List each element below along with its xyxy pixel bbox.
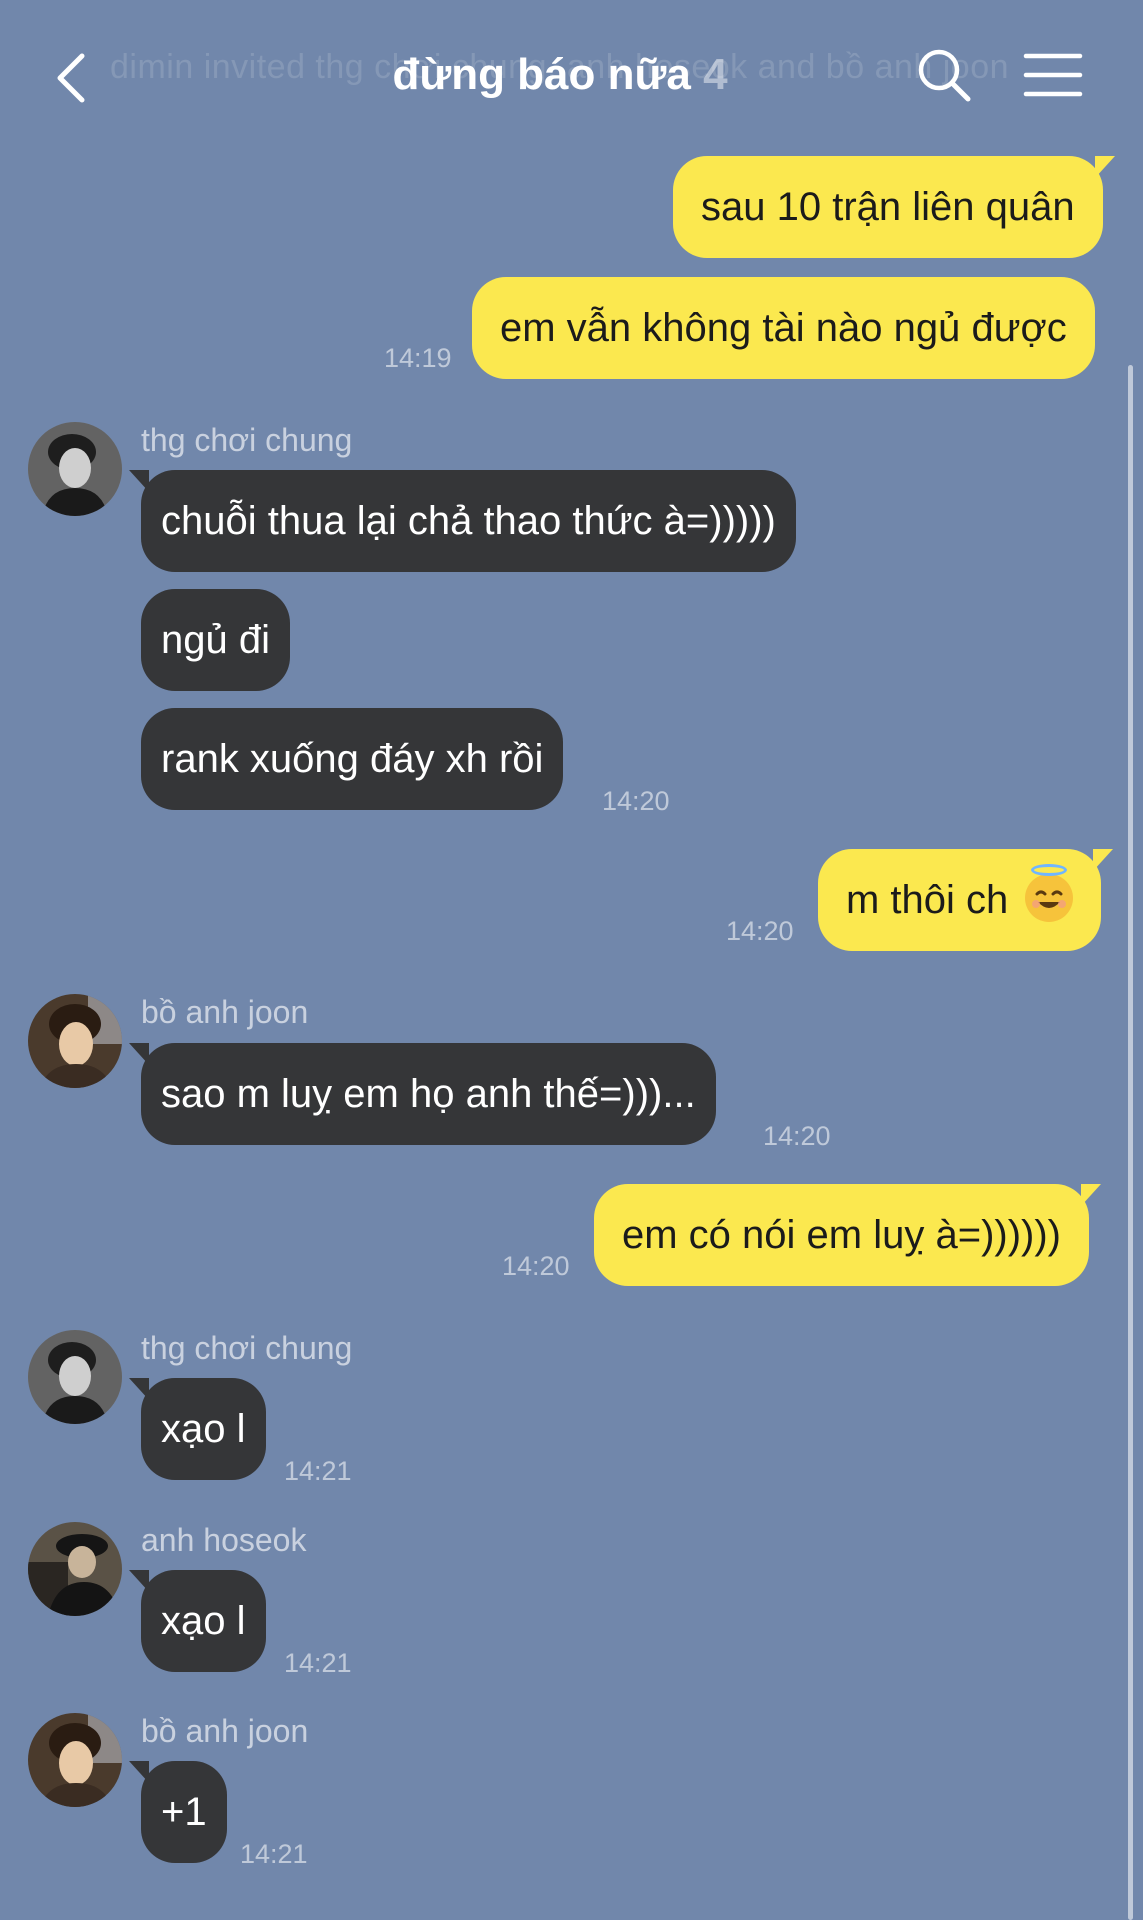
chat-name: đừng báo nữa [392, 50, 691, 99]
other-message-bubble[interactable]: chuỗi thua lại chả thao thức à=))))) [129, 470, 796, 572]
person-photo-icon [28, 1713, 122, 1807]
sender-name: bồ anh joon [141, 994, 309, 1030]
member-count: 4 [703, 50, 728, 99]
avatar-bo-anh-joon[interactable] [28, 1713, 122, 1807]
search-icon [918, 49, 971, 102]
message-timestamp: 14:19 [384, 343, 452, 373]
my-message-bubble[interactable]: em có nói em luỵ à=)))))) [594, 1184, 1101, 1286]
message-timestamp: 14:20 [602, 786, 670, 816]
message-timestamp: 14:21 [284, 1456, 352, 1486]
chevron-left-icon [57, 53, 85, 103]
scrollbar[interactable] [1128, 365, 1133, 1920]
other-message-bubble[interactable]: xạo l [129, 1378, 266, 1480]
avatar-bo-anh-joon[interactable] [28, 994, 122, 1088]
my-message-bubble[interactable]: m thôi ch [818, 849, 1114, 951]
other-message-bubble[interactable]: sao m luỵ em họ anh thế=)))... [129, 1043, 716, 1145]
search-button[interactable] [915, 46, 973, 104]
back-button[interactable] [50, 48, 100, 108]
my-message-bubble[interactable]: em vẫn không tài nào ngủ được [472, 277, 1095, 379]
message-timestamp: 14:21 [284, 1648, 352, 1678]
message-timestamp: 14:20 [726, 916, 794, 946]
avatar-thg-choi-chung[interactable] [28, 1330, 122, 1424]
hamburger-menu-icon [1023, 53, 1083, 97]
person-photo-icon [28, 994, 122, 1088]
sender-name: bồ anh joon [141, 1713, 309, 1749]
person-photo-icon [28, 422, 122, 516]
sender-name: anh hoseok [141, 1522, 307, 1558]
sender-name: thg chơi chung [141, 1330, 353, 1366]
avatar-anh-hoseok[interactable] [28, 1522, 122, 1616]
other-message-bubble[interactable]: +1 [129, 1761, 227, 1863]
message-timestamp: 14:21 [240, 1839, 308, 1869]
person-photo-icon [28, 1330, 122, 1424]
menu-button[interactable] [1022, 50, 1084, 100]
chat-header: dimin invited thg chơi chung, anh hoseok… [0, 0, 1143, 150]
message-text: m thôi ch [846, 878, 1009, 922]
other-message-bubble[interactable]: ngủ đi [141, 589, 290, 691]
avatar-thg-choi-chung[interactable] [28, 422, 122, 516]
chat-screen: dimin invited thg chơi chung, anh hoseok… [0, 0, 1143, 1920]
other-message-bubble[interactable]: rank xuống đáy xh rồi [141, 708, 564, 810]
chat-title-area[interactable]: dimin invited thg chơi chung, anh hoseok… [110, 30, 1010, 120]
message-timestamp: 14:20 [763, 1121, 831, 1151]
sender-name: thg chơi chung [141, 422, 353, 458]
message-timestamp: 14:20 [502, 1251, 570, 1281]
my-message-bubble[interactable]: sau 10 trận liên quân [673, 156, 1115, 258]
person-photo-icon [28, 1522, 122, 1616]
other-message-bubble[interactable]: xạo l [129, 1570, 266, 1672]
chat-title: đừng báo nữa 4 [110, 50, 1010, 100]
smiling-face-with-halo-icon [1025, 864, 1074, 923]
